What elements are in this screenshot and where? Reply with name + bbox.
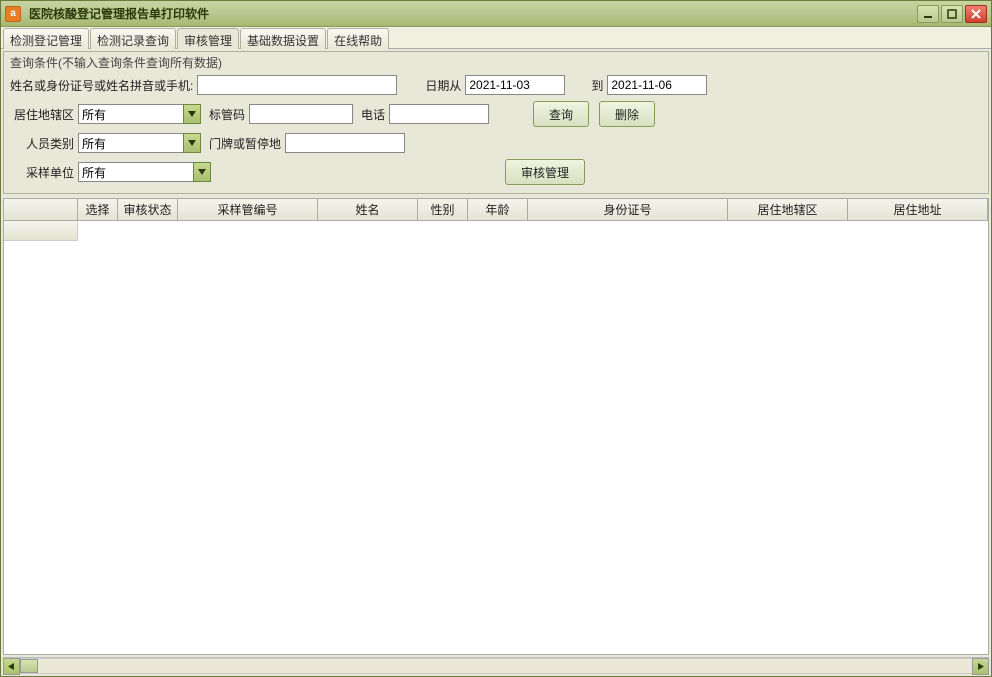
input-date-from[interactable] [465, 75, 565, 95]
input-tube-code[interactable] [249, 104, 353, 124]
tab-3[interactable]: 基础数据设置 [240, 28, 326, 49]
combo-sample-unit-button[interactable] [193, 162, 211, 182]
label-person-type: 人员类别 [10, 135, 74, 152]
combo-sample-unit[interactable] [78, 162, 211, 182]
label-door-stop: 门牌或暂停地 [209, 135, 281, 152]
tab-4[interactable]: 在线帮助 [327, 28, 389, 49]
query-legend: 查询条件(不输入查询条件查询所有数据) [10, 54, 982, 71]
titlebar: a 医院核酸登记管理报告单打印软件 [1, 1, 991, 27]
label-sample-unit: 采样单位 [10, 164, 74, 181]
tab-2[interactable]: 审核管理 [177, 28, 239, 49]
scroll-right-button[interactable] [972, 658, 989, 675]
tab-bar: 检测登记管理检测记录查询审核管理基础数据设置在线帮助 [1, 27, 991, 49]
horizontal-scrollbar[interactable] [3, 657, 989, 674]
label-phone: 电话 [361, 106, 385, 123]
column-header-1[interactable]: 选择 [78, 199, 118, 220]
label-tube-code: 标管码 [209, 106, 245, 123]
query-button[interactable]: 查询 [533, 101, 589, 127]
audit-manage-button[interactable]: 审核管理 [505, 159, 585, 185]
input-phone[interactable] [389, 104, 489, 124]
close-icon [971, 9, 981, 19]
input-date-to[interactable] [607, 75, 707, 95]
window-title: 医院核酸登记管理报告单打印软件 [29, 5, 917, 22]
input-name-id[interactable] [197, 75, 397, 95]
label-name-id: 姓名或身份证号或姓名拼音或手机: [10, 77, 193, 94]
chevron-down-icon [198, 169, 206, 175]
window-controls [917, 5, 987, 23]
tab-1[interactable]: 检测记录查询 [90, 28, 176, 49]
main-window: a 医院核酸登记管理报告单打印软件 检测登记管理检测记录查询审核管理基础数据设置… [0, 0, 992, 677]
column-header-8[interactable]: 居住地辖区 [728, 199, 848, 220]
input-person-type[interactable] [78, 133, 183, 153]
column-header-5[interactable]: 性别 [418, 199, 468, 220]
row-marker [4, 221, 78, 241]
input-sample-unit[interactable] [78, 162, 193, 182]
column-header-4[interactable]: 姓名 [318, 199, 418, 220]
arrow-right-icon [977, 663, 984, 670]
minimize-button[interactable] [917, 5, 939, 23]
grid-header: 选择审核状态采样管编号姓名性别年龄身份证号居住地辖区居住地址 [4, 199, 988, 221]
chevron-down-icon [188, 111, 196, 117]
scroll-left-button[interactable] [3, 658, 20, 675]
label-region: 居住地辖区 [10, 106, 74, 123]
column-header-9[interactable]: 居住地址 [848, 199, 988, 220]
input-region[interactable] [78, 104, 183, 124]
label-date-to: 到 [591, 77, 603, 94]
tab-0[interactable]: 检测登记管理 [3, 28, 89, 49]
maximize-button[interactable] [941, 5, 963, 23]
column-header-7[interactable]: 身份证号 [528, 199, 728, 220]
minimize-icon [923, 9, 933, 19]
app-icon: a [5, 6, 21, 22]
column-header-0[interactable] [4, 199, 78, 220]
combo-person-type-button[interactable] [183, 133, 201, 153]
maximize-icon [947, 9, 957, 19]
chevron-down-icon [188, 140, 196, 146]
input-door-stop[interactable] [285, 133, 405, 153]
combo-region-button[interactable] [183, 104, 201, 124]
combo-region[interactable] [78, 104, 201, 124]
combo-person-type[interactable] [78, 133, 201, 153]
query-panel: 查询条件(不输入查询条件查询所有数据) 姓名或身份证号或姓名拼音或手机: 日期从… [3, 51, 989, 194]
scroll-thumb[interactable] [20, 659, 38, 673]
column-header-2[interactable]: 审核状态 [118, 199, 178, 220]
arrow-left-icon [8, 663, 15, 670]
delete-button[interactable]: 删除 [599, 101, 655, 127]
data-grid: 选择审核状态采样管编号姓名性别年龄身份证号居住地辖区居住地址 [3, 198, 989, 655]
grid-body [4, 221, 988, 654]
close-button[interactable] [965, 5, 987, 23]
label-date-from: 日期从 [425, 77, 461, 94]
column-header-6[interactable]: 年龄 [468, 199, 528, 220]
column-header-3[interactable]: 采样管编号 [178, 199, 318, 220]
scroll-track[interactable] [20, 658, 972, 674]
